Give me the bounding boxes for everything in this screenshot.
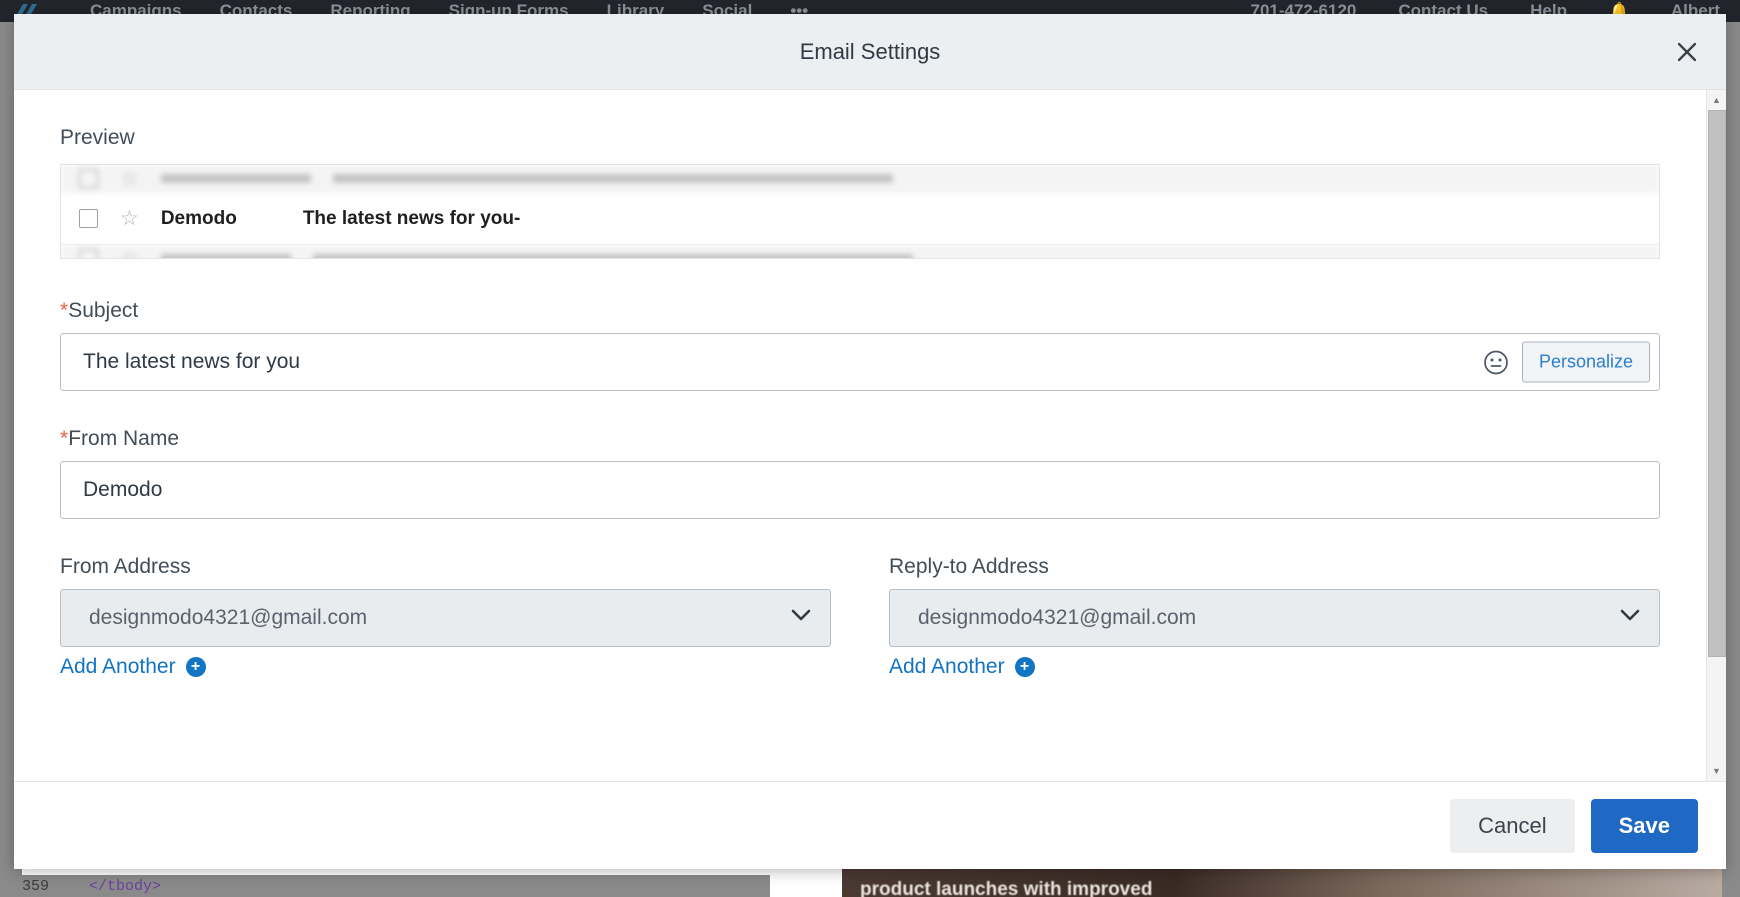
required-marker: * — [60, 427, 69, 450]
scrollbar-track[interactable] — [1707, 110, 1727, 761]
subject-input-container: Personalize — [60, 333, 1660, 391]
preview-row-blurred-bottom: ☆ — [61, 245, 1659, 259]
modal-footer: Cancel Save — [14, 781, 1726, 869]
preview-subject-line: The latest news for you- — [302, 207, 521, 229]
reply-to-address-select-wrap: designmodo4321@gmail.com — [889, 589, 1660, 647]
reply-to-address-label: Reply-to Address — [889, 555, 1049, 578]
subject-inline-actions: Personalize — [1482, 341, 1650, 383]
checkbox-icon — [79, 169, 98, 188]
close-icon[interactable] — [1670, 35, 1704, 69]
modal-title: Email Settings — [799, 38, 941, 64]
checkbox-icon[interactable] — [79, 209, 98, 228]
preview-ghost-sender — [160, 254, 291, 258]
from-name-input[interactable] — [60, 461, 1660, 519]
from-name-field-group: *From Name — [60, 427, 1660, 519]
preview-ghost-subject — [312, 254, 913, 258]
scrollbar-thumb[interactable] — [1707, 110, 1726, 657]
personalize-button[interactable]: Personalize — [1521, 341, 1650, 383]
reply-to-address-group: Reply-to Address designmodo4321@gmail.co… — [889, 555, 1660, 679]
plus-circle-icon: + — [185, 657, 206, 677]
add-another-label: Add Another — [889, 655, 1005, 678]
from-address-select-wrap: designmodo4321@gmail.com — [60, 589, 831, 647]
subject-label: *Subject — [60, 299, 1660, 323]
from-address-add-another-link[interactable]: Add Another + — [60, 655, 206, 679]
star-icon: ☆ — [120, 167, 139, 190]
from-name-label-text: From Name — [68, 427, 180, 450]
code-line-number: 359 — [22, 877, 50, 895]
preview-ghost-sender — [160, 174, 311, 183]
email-settings-modal: Email Settings Preview ☆ ☆ Demodo The la… — [14, 14, 1726, 869]
preview-sender-name: Demodo — [160, 207, 237, 229]
code-line-content: </tbody> — [89, 877, 162, 895]
modal-scrollbar[interactable]: ▲ ▼ — [1706, 90, 1726, 781]
star-icon: ☆ — [120, 247, 139, 259]
subject-input[interactable] — [60, 333, 1660, 391]
scroll-up-arrow-icon[interactable]: ▲ — [1707, 90, 1727, 110]
plus-circle-icon: + — [1014, 657, 1035, 677]
from-address-group: From Address designmodo4321@gmail.com Ad… — [60, 555, 831, 679]
emoji-smiley-icon[interactable] — [1482, 348, 1510, 376]
email-preview-box: ☆ ☆ Demodo The latest news for you- ☆ — [60, 164, 1660, 259]
from-name-label: *From Name — [60, 427, 1660, 451]
modal-body-wrapper: Preview ☆ ☆ Demodo The latest news for y… — [14, 90, 1726, 781]
from-address-label: From Address — [60, 555, 191, 578]
code-editor-line: 359 </tbody> — [0, 875, 770, 897]
preview-row-blurred-top: ☆ — [61, 165, 1659, 193]
scroll-down-arrow-icon[interactable]: ▼ — [1707, 761, 1727, 781]
modal-body: Preview ☆ ☆ Demodo The latest news for y… — [14, 90, 1706, 781]
banner-text: product launches with improved — [860, 879, 1153, 897]
star-icon[interactable]: ☆ — [120, 208, 139, 229]
save-button[interactable]: Save — [1590, 798, 1698, 853]
subject-label-text: Subject — [68, 299, 139, 322]
preview-ghost-subject — [332, 174, 893, 183]
preview-label: Preview — [60, 126, 135, 149]
from-address-select[interactable]: designmodo4321@gmail.com — [60, 589, 831, 647]
cancel-button[interactable]: Cancel — [1450, 798, 1575, 853]
address-row: From Address designmodo4321@gmail.com Ad… — [60, 555, 1660, 679]
reply-to-address-select[interactable]: designmodo4321@gmail.com — [889, 589, 1660, 647]
modal-header: Email Settings — [14, 14, 1726, 90]
preview-row-current: ☆ Demodo The latest news for you- — [61, 193, 1659, 245]
required-marker: * — [60, 299, 69, 322]
add-another-label: Add Another — [60, 655, 176, 678]
reply-to-address-add-another-link[interactable]: Add Another + — [889, 655, 1035, 679]
subject-field-group: *Subject Personalize — [60, 299, 1660, 391]
checkbox-icon — [79, 249, 98, 258]
